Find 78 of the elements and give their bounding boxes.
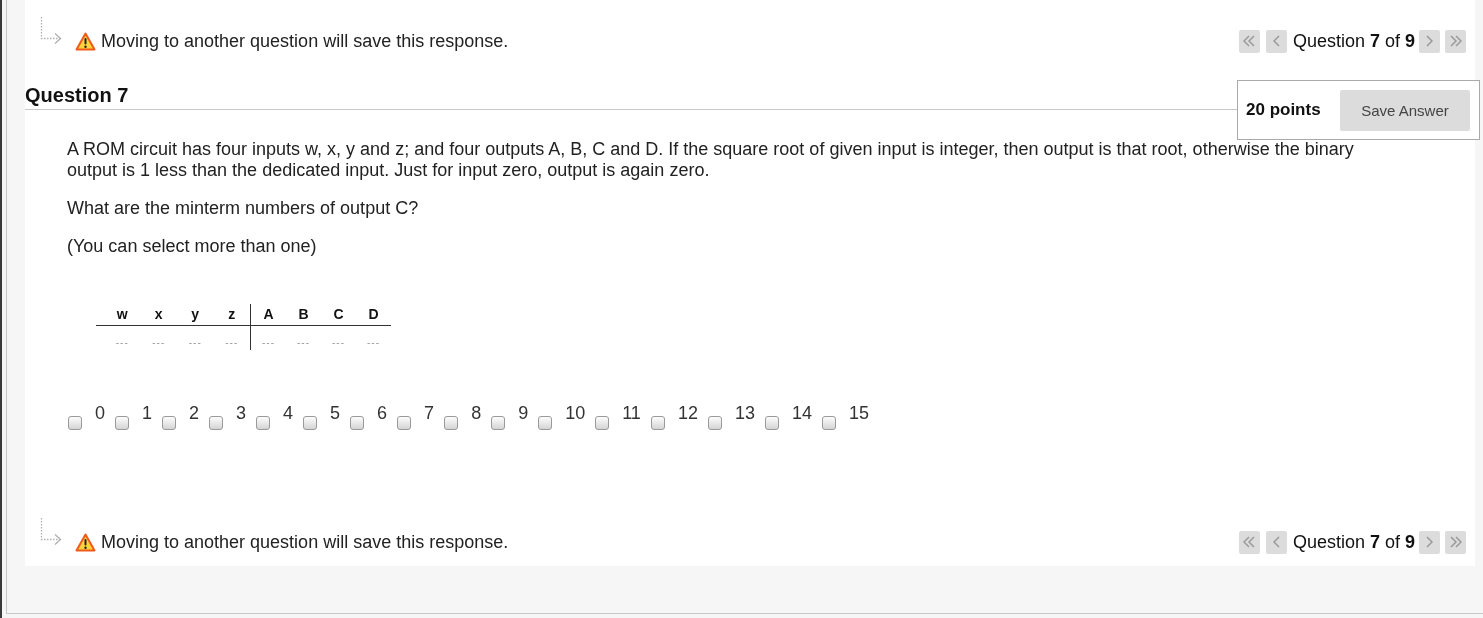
question-title: Question 7 (25, 84, 129, 108)
blank-value: --- (332, 337, 345, 350)
double-chevron-left-icon (1243, 536, 1256, 548)
option-label: 8 (471, 402, 482, 424)
option-label: 10 (565, 402, 586, 424)
column-header: y (191, 305, 200, 324)
last-question-button[interactable] (1445, 29, 1466, 53)
checkbox[interactable] (491, 416, 506, 430)
blank-value: --- (367, 337, 380, 350)
option-label: 5 (330, 402, 341, 424)
column-header: w (116, 305, 128, 324)
checkbox[interactable] (162, 416, 177, 430)
double-chevron-right-icon (1449, 536, 1462, 548)
blank-value: --- (297, 337, 310, 350)
option-label: 3 (236, 402, 247, 424)
column-header: B (298, 305, 309, 324)
checkbox[interactable] (538, 416, 553, 430)
option-label: 14 (791, 402, 812, 424)
next-question-button[interactable] (1419, 29, 1440, 53)
first-question-button[interactable] (1238, 29, 1260, 53)
option-label: 12 (677, 402, 698, 424)
previous-question-button[interactable] (1265, 29, 1287, 53)
checkbox[interactable] (115, 416, 129, 430)
column-header: z (228, 305, 236, 324)
option-label: 11 (622, 402, 641, 424)
blank-value: --- (152, 337, 166, 350)
option-label: 9 (518, 402, 529, 424)
blank-value: --- (188, 337, 202, 350)
option-label: 0 (95, 402, 105, 424)
option-label: 6 (377, 402, 388, 424)
blank-value: --- (115, 337, 129, 350)
chevron-left-icon (1272, 536, 1280, 548)
checkbox[interactable] (595, 416, 610, 430)
checkbox[interactable] (707, 416, 722, 430)
chevron-right-icon (1426, 536, 1433, 548)
points-text: 20 points (1246, 100, 1321, 120)
checkbox[interactable] (303, 416, 318, 430)
last-question-button[interactable] (1445, 530, 1466, 554)
checkbox[interactable] (764, 416, 779, 430)
checkbox[interactable] (397, 416, 412, 430)
option-label: 1 (142, 402, 153, 424)
checkbox[interactable] (444, 416, 459, 430)
checkbox[interactable] (209, 416, 224, 430)
previous-question-button[interactable] (1265, 530, 1287, 554)
question-position-text: Question 7 of 9 (1292, 531, 1415, 553)
column-header: D (368, 305, 379, 324)
question-text: (You can select more than one) (67, 236, 318, 257)
option-label: 4 (283, 402, 294, 424)
option-label: 15 (848, 402, 869, 424)
warning-icon (75, 532, 96, 552)
chevron-right-icon (1426, 35, 1433, 47)
checkbox[interactable] (350, 416, 365, 430)
column-header: C (333, 305, 344, 324)
warning-icon (75, 31, 96, 51)
checkbox[interactable] (650, 416, 665, 430)
question-text: A ROM circuit has four inputs w, x, y and z; and four outputs A, B, C and D. If the square root of given input is integer, then output is that root, otherwise the binary output is 1 less than the dedicated input. Just for input zero, output is again zero. (67, 139, 1355, 181)
checkbox[interactable] (256, 416, 271, 430)
save-answer-button[interactable]: Save Answer (1340, 89, 1470, 131)
question-text: What are the minterm numbers of output C? (67, 198, 420, 219)
first-question-button[interactable] (1238, 530, 1260, 554)
blank-value: --- (225, 337, 239, 350)
blank-value: --- (262, 337, 275, 350)
double-chevron-left-icon (1243, 35, 1256, 47)
option-label: 2 (189, 402, 200, 424)
chevron-left-icon (1272, 35, 1280, 47)
checkbox[interactable] (821, 416, 836, 430)
notice-text: Moving to another question will save this response. (101, 30, 509, 52)
checkbox[interactable] (68, 416, 82, 430)
next-question-button[interactable] (1419, 530, 1440, 554)
notice-text: Moving to another question will save this response. (101, 531, 509, 553)
option-label: 7 (424, 402, 435, 424)
column-header: x (154, 305, 163, 324)
question-position-text: Question 7 of 9 (1292, 30, 1415, 52)
dotted-arrow-icon (40, 17, 62, 45)
dotted-arrow-icon (40, 518, 62, 546)
option-label: 13 (734, 402, 755, 424)
double-chevron-right-icon (1449, 35, 1462, 47)
column-header: A (263, 305, 274, 324)
